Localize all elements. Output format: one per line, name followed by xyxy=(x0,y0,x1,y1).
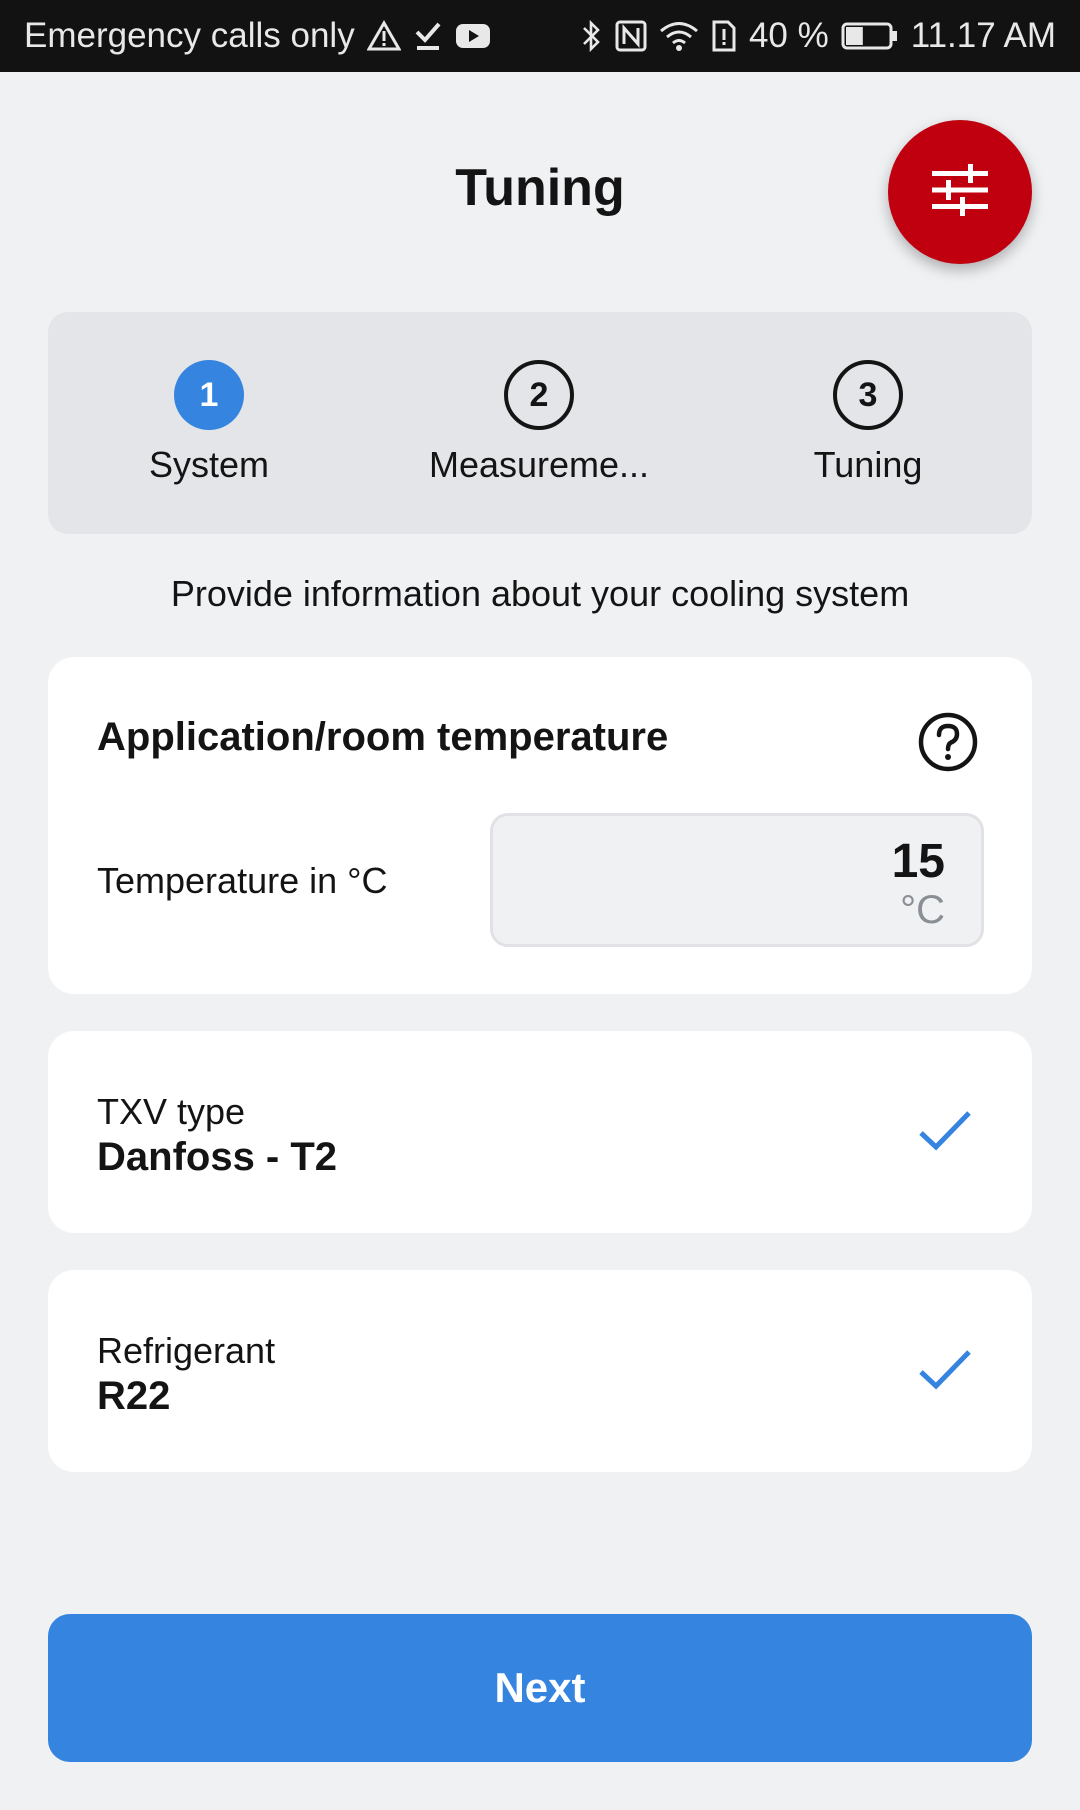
step-label: Measureme... xyxy=(428,444,650,485)
step-number-circle: 2 xyxy=(504,360,574,430)
clock: 11.17 AM xyxy=(910,16,1056,55)
battery-level-fill xyxy=(845,27,863,45)
step-label: System xyxy=(148,444,270,485)
sliders-icon xyxy=(930,162,990,223)
sim-alert-icon xyxy=(711,19,737,53)
progress-stepper: 1 System 2 Measureme... 3 Tuning xyxy=(48,312,1032,534)
temperature-card: Application/room temperature Temperature… xyxy=(48,657,1032,994)
temperature-label: Temperature in °C xyxy=(97,860,388,901)
status-bar-left: Emergency calls only xyxy=(24,16,491,56)
check-icon xyxy=(918,1109,972,1158)
step-system[interactable]: 1 System xyxy=(59,360,359,486)
help-icon[interactable] xyxy=(918,712,978,777)
refrigerant-card[interactable]: Refrigerant R22 xyxy=(48,1270,1032,1472)
youtube-icon xyxy=(455,22,491,50)
refrigerant-value: R22 xyxy=(97,1374,171,1418)
step-label: Tuning xyxy=(813,444,923,485)
txv-type-card[interactable]: TXV type Danfoss - T2 xyxy=(48,1031,1032,1233)
settings-filter-button[interactable] xyxy=(888,120,1032,264)
battery-icon xyxy=(841,21,899,51)
txv-type-label: TXV type xyxy=(97,1091,246,1132)
check-download-icon xyxy=(413,20,443,52)
wifi-icon xyxy=(659,20,699,52)
txv-type-value: Danfoss - T2 xyxy=(97,1135,338,1179)
page-subtitle: Provide information about your cooling s… xyxy=(170,573,910,614)
warning-icon xyxy=(366,20,401,52)
step-number-circle: 1 xyxy=(174,360,244,430)
bluetooth-icon xyxy=(581,19,603,53)
next-button[interactable]: Next xyxy=(48,1614,1032,1762)
step-tuning[interactable]: 3 Tuning xyxy=(718,360,1018,486)
nfc-icon xyxy=(615,20,647,52)
battery-percent: 40 % xyxy=(748,16,829,55)
temperature-value: 15 xyxy=(891,835,945,888)
status-bar: Emergency calls only 40 % 11.17 AM xyxy=(0,0,1080,72)
refrigerant-label: Refrigerant xyxy=(97,1330,276,1371)
temperature-input[interactable]: 15 °C xyxy=(490,813,984,947)
check-icon xyxy=(918,1348,972,1397)
step-number-circle: 3 xyxy=(833,360,903,430)
step-measurements[interactable]: 2 Measureme... xyxy=(389,360,689,486)
carrier-text: Emergency calls only xyxy=(24,16,355,55)
status-bar-right: 40 % 11.17 AM xyxy=(581,16,1056,56)
card-title: Application/room temperature xyxy=(97,715,669,759)
temperature-unit: °C xyxy=(900,888,945,932)
